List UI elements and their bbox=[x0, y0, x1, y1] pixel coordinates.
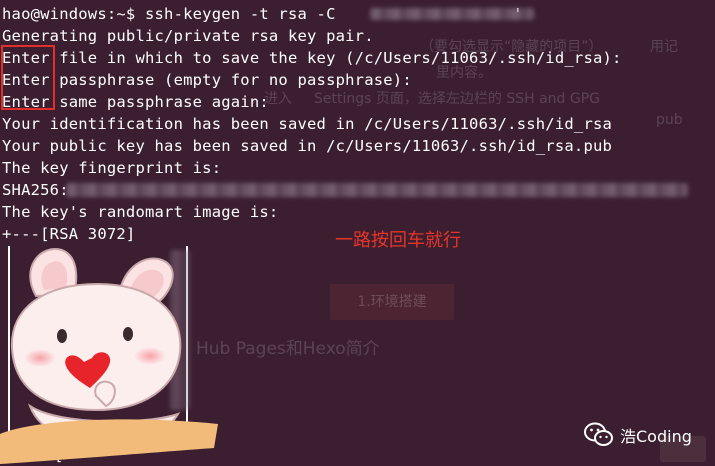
annotation-text: 一路按回车就行 bbox=[335, 230, 461, 251]
terminal-window: （要勾选显示“隐藏的项目”） 用记 里内容。 ，进入 Settings 页面，选… bbox=[0, 0, 715, 466]
terminal-line: Enter passphrase (empty for no passphras… bbox=[2, 71, 412, 89]
terminal-line: The key's randomart image is: bbox=[2, 203, 279, 221]
wechat-watermark: 浩Coding bbox=[584, 422, 692, 448]
terminal-line: Enter file in which to save the key (/c/… bbox=[2, 49, 622, 67]
redacted-fingerprint bbox=[66, 183, 688, 197]
enter-highlight-box bbox=[1, 45, 55, 110]
background-text-3: Settings 页面，选择左边栏的 SSH and GPG bbox=[314, 91, 601, 107]
background-title: Hub Pages和Hexo简介 bbox=[196, 339, 380, 359]
bunny-sticker-icon bbox=[0, 248, 218, 464]
background-button-label: 1.环境搭建 bbox=[357, 294, 427, 310]
terminal-line: Your identification has been saved in /c… bbox=[2, 115, 613, 133]
wechat-icon bbox=[584, 422, 613, 446]
watermark-label: 浩Coding bbox=[620, 427, 692, 446]
background-text-4: pub bbox=[656, 112, 683, 128]
terminal-line: Your public key has been saved in /c/Use… bbox=[2, 137, 613, 155]
redacted-email bbox=[370, 8, 534, 20]
background-button: 1.环境搭建 bbox=[330, 284, 454, 320]
terminal-line: SHA256: bbox=[2, 181, 69, 199]
terminal-line: The key fingerprint is: bbox=[2, 159, 222, 177]
prompt-command: hao@windows:~$ ssh-keygen -t rsa -C bbox=[2, 5, 346, 23]
background-text-1-right: 用记 bbox=[650, 39, 678, 55]
terminal-line: Generating public/private rsa key pair. bbox=[2, 27, 374, 45]
